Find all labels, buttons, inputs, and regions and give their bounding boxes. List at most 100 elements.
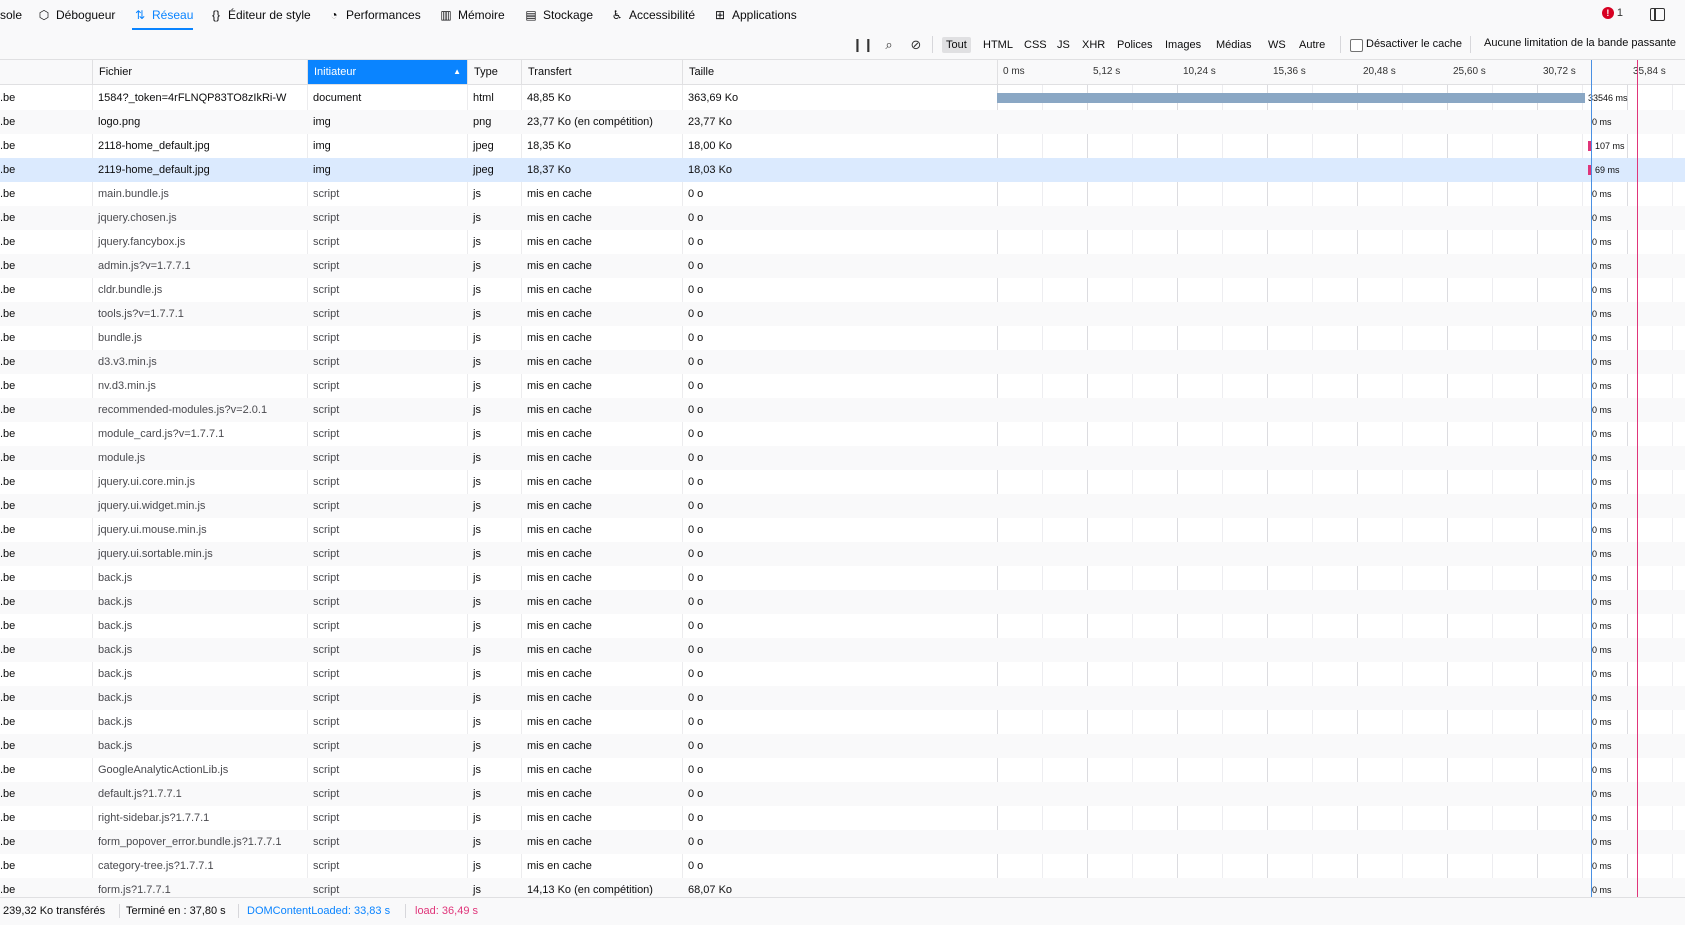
tab-accessibility[interactable]: ♿ Accessibilité bbox=[609, 0, 695, 30]
filter-other[interactable]: Autre bbox=[1295, 37, 1329, 53]
cell-transfer: mis en cache bbox=[527, 500, 592, 512]
cell-transfer: mis en cache bbox=[527, 644, 592, 656]
timeline-tick: 30,72 s bbox=[1543, 66, 1576, 77]
request-row[interactable]: .be 2119-home_default.jpg img jpeg 18,37 Ko 1… bbox=[0, 158, 1685, 182]
col-type[interactable]: Type bbox=[467, 60, 521, 84]
toolbar-separator bbox=[932, 36, 933, 53]
request-row[interactable]: .be jquery.chosen.js script js mis en cache 0… bbox=[0, 206, 1685, 230]
request-row[interactable]: .be back.js script js mis en cache 0 o 0 ms bbox=[0, 590, 1685, 614]
tab-network[interactable]: ⇅ Réseau bbox=[132, 0, 194, 30]
request-row[interactable]: .be back.js script js mis en cache 0 o 0 ms bbox=[0, 614, 1685, 638]
search-icon[interactable]: ⌕ bbox=[880, 36, 898, 53]
tab-performance[interactable]: ◔ Performances bbox=[326, 0, 421, 30]
tab-applications[interactable]: ⊞ Applications bbox=[712, 0, 797, 30]
request-row[interactable]: .be module_card.js?v=1.7.7.1 script js mis e… bbox=[0, 422, 1685, 446]
filter-css[interactable]: CSS bbox=[1020, 37, 1051, 53]
filter-fonts[interactable]: Polices bbox=[1113, 37, 1156, 53]
filter-all[interactable]: Tout bbox=[942, 37, 971, 53]
request-row[interactable]: .be jquery.ui.sortable.min.js script js mis … bbox=[0, 542, 1685, 566]
cell-initiator: script bbox=[313, 548, 340, 560]
cell-file: jquery.ui.core.min.js bbox=[98, 476, 195, 488]
cell-size: 0 o bbox=[688, 764, 704, 776]
request-row[interactable]: .be jquery.ui.mouse.min.js script js mis en … bbox=[0, 518, 1685, 542]
waterfall-timing-label: 0 ms bbox=[1592, 837, 1612, 847]
request-row[interactable]: .be default.js?1.7.7.1 script js mis en cach… bbox=[0, 782, 1685, 806]
cell-size: 0 o bbox=[688, 356, 704, 368]
col-file[interactable]: Fichier bbox=[92, 60, 307, 84]
network-icon: ⇅ bbox=[134, 8, 146, 22]
clear-icon[interactable]: ⊘ bbox=[907, 36, 925, 53]
cell-initiator: script bbox=[313, 188, 340, 200]
tab-memory[interactable]: ▥ Mémoire bbox=[438, 0, 504, 30]
filter-ws[interactable]: WS bbox=[1264, 37, 1290, 53]
tab-style-editor[interactable]: {} Éditeur de style bbox=[208, 0, 311, 30]
tab-label: Performances bbox=[346, 8, 421, 22]
request-row[interactable]: .be jquery.ui.core.min.js script js mis en c… bbox=[0, 470, 1685, 494]
request-row[interactable]: .be back.js script js mis en cache 0 o 0 ms bbox=[0, 638, 1685, 662]
cell-initiator: img bbox=[313, 116, 331, 128]
request-row[interactable]: .be 2118-home_default.jpg img jpeg 18,35 Ko 1… bbox=[0, 134, 1685, 158]
request-row[interactable]: .be back.js script js mis en cache 0 o 0 ms bbox=[0, 662, 1685, 686]
waterfall-timing-label: 69 ms bbox=[1595, 165, 1620, 175]
filter-js[interactable]: JS bbox=[1053, 37, 1074, 53]
filter-media[interactable]: Médias bbox=[1212, 37, 1255, 53]
request-row[interactable]: .be form.js?1.7.7.1 script js 14,13 Ko (en c… bbox=[0, 878, 1685, 897]
request-row[interactable]: .be nv.d3.min.js script js mis en cache 0 o 0 … bbox=[0, 374, 1685, 398]
request-row[interactable]: .be tools.js?v=1.7.7.1 script js mis en cach… bbox=[0, 302, 1685, 326]
request-row[interactable]: .be back.js script js mis en cache 0 o 0 ms bbox=[0, 566, 1685, 590]
col-size[interactable]: Taille bbox=[682, 60, 997, 84]
request-row[interactable]: .be recommended-modules.js?v=2.0.1 script j… bbox=[0, 398, 1685, 422]
cell-initiator: script bbox=[313, 452, 340, 464]
request-row[interactable]: .be category-tree.js?1.7.7.1 script js mis e… bbox=[0, 854, 1685, 878]
filter-xhr[interactable]: XHR bbox=[1078, 37, 1109, 53]
cell-initiator: script bbox=[313, 236, 340, 248]
tab-storage[interactable]: ▤ Stockage bbox=[523, 0, 593, 30]
cell-size: 0 o bbox=[688, 308, 704, 320]
request-row[interactable]: .be d3.v3.min.js script js mis en cache 0 o 0 … bbox=[0, 350, 1685, 374]
request-row[interactable]: .be bundle.js script js mis en cache 0 o 0 ms bbox=[0, 326, 1685, 350]
col-waterfall[interactable]: 0 ms 5,12 s 10,24 s 15,36 s 20,48 s 25,60 s 30… bbox=[997, 60, 1685, 84]
request-row[interactable]: .be form_popover_error.bundle.js?1.7.7.1 s… bbox=[0, 830, 1685, 854]
disable-cache-checkbox[interactable] bbox=[1350, 39, 1363, 52]
cell-initiator: script bbox=[313, 380, 340, 392]
request-row[interactable]: .be module.js script js mis en cache 0 o 0 ms bbox=[0, 446, 1685, 470]
cell-file: back.js bbox=[98, 740, 133, 752]
request-row[interactable]: .be admin.js?v=1.7.7.1 script js mis en cach… bbox=[0, 254, 1685, 278]
dock-side-icon[interactable] bbox=[1650, 8, 1665, 21]
waterfall-timing-label: 0 ms bbox=[1592, 453, 1612, 463]
tab-debugger[interactable]: ⬡ Débogueur bbox=[36, 0, 116, 30]
col-transfer[interactable]: Transfert bbox=[521, 60, 682, 84]
request-row[interactable]: .be logo.png img png 23,77 Ko (en compétitio… bbox=[0, 110, 1685, 134]
request-row[interactable]: .be jquery.ui.widget.min.js script js mis en… bbox=[0, 494, 1685, 518]
tab-console[interactable]: sole bbox=[0, 0, 22, 30]
request-row[interactable]: .be main.bundle.js script js mis en cache 0 o… bbox=[0, 182, 1685, 206]
request-row[interactable]: .be cldr.bundle.js script js mis en cache 0 o… bbox=[0, 278, 1685, 302]
filter-images[interactable]: Images bbox=[1161, 37, 1205, 53]
pause-icon[interactable]: ❙❙ bbox=[852, 36, 874, 53]
cell-file: jquery.ui.widget.min.js bbox=[98, 500, 206, 512]
cell-type: js bbox=[473, 788, 481, 800]
col-initiator[interactable]: Initiateur ▲ bbox=[307, 60, 467, 84]
col-domain[interactable] bbox=[0, 60, 92, 84]
request-row[interactable]: .be back.js script js mis en cache 0 o 0 ms bbox=[0, 734, 1685, 758]
cell-type: js bbox=[473, 404, 481, 416]
error-count-badge[interactable]: ! 1 bbox=[1601, 7, 1623, 19]
cell-size: 0 o bbox=[688, 524, 704, 536]
waterfall-timing-label: 0 ms bbox=[1592, 645, 1612, 655]
request-row[interactable]: .be 1584?_token=4rFLNQP83TO8zIkRi-W docume… bbox=[0, 86, 1685, 110]
cell-type: js bbox=[473, 692, 481, 704]
cell-transfer: 23,77 Ko (en compétition) bbox=[527, 116, 653, 128]
cell-type: js bbox=[473, 476, 481, 488]
cell-size: 0 o bbox=[688, 236, 704, 248]
cell-initiator: script bbox=[313, 572, 340, 584]
filter-html[interactable]: HTML bbox=[979, 37, 1017, 53]
request-row[interactable]: .be jquery.fancybox.js script js mis en cach… bbox=[0, 230, 1685, 254]
throttling-select[interactable]: Aucune limitation de la bande passante bbox=[1484, 37, 1676, 49]
cell-initiator: script bbox=[313, 836, 340, 848]
request-row[interactable]: .be right-sidebar.js?1.7.7.1 script js mis e… bbox=[0, 806, 1685, 830]
request-row[interactable]: .be GoogleAnalyticActionLib.js script js mis… bbox=[0, 758, 1685, 782]
request-row[interactable]: .be back.js script js mis en cache 0 o 0 ms bbox=[0, 710, 1685, 734]
request-row[interactable]: .be back.js script js mis en cache 0 o 0 ms bbox=[0, 686, 1685, 710]
cell-domain: .be bbox=[0, 284, 16, 296]
cell-initiator: script bbox=[313, 812, 340, 824]
